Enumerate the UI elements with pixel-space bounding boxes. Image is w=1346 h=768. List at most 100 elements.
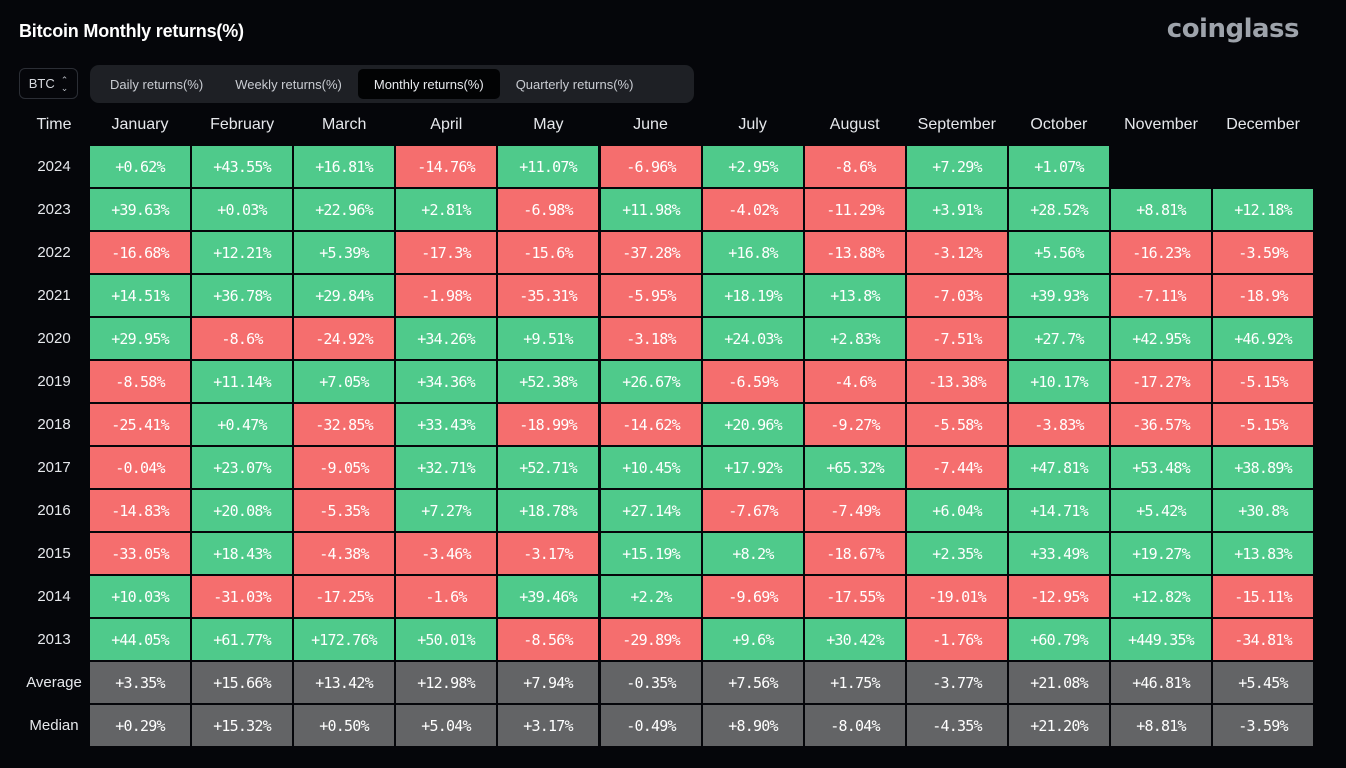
return-cell: -11.29% (805, 189, 905, 230)
summary-cell: +1.75% (805, 662, 905, 703)
row-label-2022: 2022 (37, 244, 71, 261)
return-cell: +5.42% (1111, 490, 1211, 531)
return-cell: -5.58% (907, 404, 1007, 445)
return-cell: +2.2% (601, 576, 701, 617)
return-cell: +12.21% (192, 232, 292, 273)
return-cell: -12.95% (1009, 576, 1109, 617)
return-cell: +16.81% (294, 146, 394, 187)
return-cell: -17.55% (805, 576, 905, 617)
summary-cell: +0.29% (90, 705, 190, 746)
return-cell: -37.28% (601, 232, 701, 273)
return-cell: -13.88% (805, 232, 905, 273)
return-cell: -6.98% (498, 189, 598, 230)
return-cell: +11.98% (601, 189, 701, 230)
returns-period-tabs: Daily returns(%) Weekly returns(%) Month… (90, 65, 694, 103)
column-header-july: July (738, 116, 767, 133)
return-cell: -5.35% (294, 490, 394, 531)
return-cell: +61.77% (192, 619, 292, 660)
return-cell: +27.14% (601, 490, 701, 531)
return-cell: -3.12% (907, 232, 1007, 273)
return-cell: +29.84% (294, 275, 394, 316)
return-cell: +8.2% (703, 533, 803, 574)
return-cell: +65.32% (805, 447, 905, 488)
return-cell: +18.78% (498, 490, 598, 531)
return-cell: +5.56% (1009, 232, 1109, 273)
return-cell: +52.71% (498, 447, 598, 488)
return-cell: +34.36% (396, 361, 496, 402)
return-cell: -25.41% (90, 404, 190, 445)
tab-quarterly-returns[interactable]: Quarterly returns(%) (500, 69, 650, 99)
return-cell: +47.81% (1009, 447, 1109, 488)
column-header-january: January (111, 116, 169, 133)
return-cell: +38.89% (1213, 447, 1313, 488)
summary-cell: +8.90% (703, 705, 803, 746)
return-cell: +14.71% (1009, 490, 1109, 531)
asset-select[interactable]: BTC ⌃ ⌄ (19, 68, 78, 99)
summary-cell: +0.50% (294, 705, 394, 746)
summary-cell: +46.81% (1111, 662, 1211, 703)
return-cell: -31.03% (192, 576, 292, 617)
return-cell: -9.05% (294, 447, 394, 488)
return-cell: -17.27% (1111, 361, 1211, 402)
return-cell: -19.01% (907, 576, 1007, 617)
return-cell: +29.95% (90, 318, 190, 359)
return-cell: +2.81% (396, 189, 496, 230)
tab-daily-returns[interactable]: Daily returns(%) (94, 69, 219, 99)
return-cell: +50.01% (396, 619, 496, 660)
return-cell: -7.03% (907, 275, 1007, 316)
summary-cell: +15.66% (192, 662, 292, 703)
return-cell: +20.08% (192, 490, 292, 531)
return-cell: +42.95% (1111, 318, 1211, 359)
return-cell: -8.56% (498, 619, 598, 660)
summary-cell: +8.81% (1111, 705, 1211, 746)
return-cell: -3.46% (396, 533, 496, 574)
summary-cell: -0.35% (601, 662, 701, 703)
return-cell: +11.07% (498, 146, 598, 187)
return-cell: +52.38% (498, 361, 598, 402)
return-cell: -7.49% (805, 490, 905, 531)
return-cell: -1.6% (396, 576, 496, 617)
tab-weekly-returns[interactable]: Weekly returns(%) (219, 69, 358, 99)
return-cell: -1.98% (396, 275, 496, 316)
summary-cell: +5.45% (1213, 662, 1313, 703)
return-cell: +28.52% (1009, 189, 1109, 230)
return-cell: -16.23% (1111, 232, 1211, 273)
return-cell: -3.83% (1009, 404, 1109, 445)
tab-monthly-returns[interactable]: Monthly returns(%) (357, 69, 500, 99)
return-cell: -3.18% (601, 318, 701, 359)
return-cell: -15.11% (1213, 576, 1313, 617)
summary-cell: -8.04% (805, 705, 905, 746)
row-label-2016: 2016 (37, 502, 71, 519)
return-cell: -15.6% (498, 232, 598, 273)
return-cell: -5.15% (1213, 361, 1313, 402)
row-label-2018: 2018 (37, 416, 71, 433)
return-cell: -5.15% (1213, 404, 1313, 445)
return-cell: +0.62% (90, 146, 190, 187)
return-cell: +3.91% (907, 189, 1007, 230)
summary-cell: +7.94% (498, 662, 598, 703)
return-cell: -13.38% (907, 361, 1007, 402)
return-cell: +33.49% (1009, 533, 1109, 574)
page-title: Bitcoin Monthly returns(%) (19, 21, 244, 41)
column-header-november: November (1124, 116, 1198, 133)
chevron-up-down-icon: ⌃ ⌄ (60, 74, 69, 93)
return-cell: +8.81% (1111, 189, 1211, 230)
row-label-2014: 2014 (37, 588, 71, 605)
return-cell: -6.59% (703, 361, 803, 402)
row-label-2019: 2019 (37, 373, 71, 390)
return-cell: +33.43% (396, 404, 496, 445)
return-cell: +30.8% (1213, 490, 1313, 531)
return-cell: +17.92% (703, 447, 803, 488)
return-cell: -14.62% (601, 404, 701, 445)
return-cell: +32.71% (396, 447, 496, 488)
return-cell: +11.14% (192, 361, 292, 402)
return-cell: -7.51% (907, 318, 1007, 359)
row-label-average: Average (26, 674, 82, 691)
return-cell: +6.04% (907, 490, 1007, 531)
return-cell: +7.05% (294, 361, 394, 402)
return-cell: -7.67% (703, 490, 803, 531)
return-cell: +2.95% (703, 146, 803, 187)
return-cell: -24.92% (294, 318, 394, 359)
column-header-april: April (430, 116, 463, 133)
return-cell: -32.85% (294, 404, 394, 445)
